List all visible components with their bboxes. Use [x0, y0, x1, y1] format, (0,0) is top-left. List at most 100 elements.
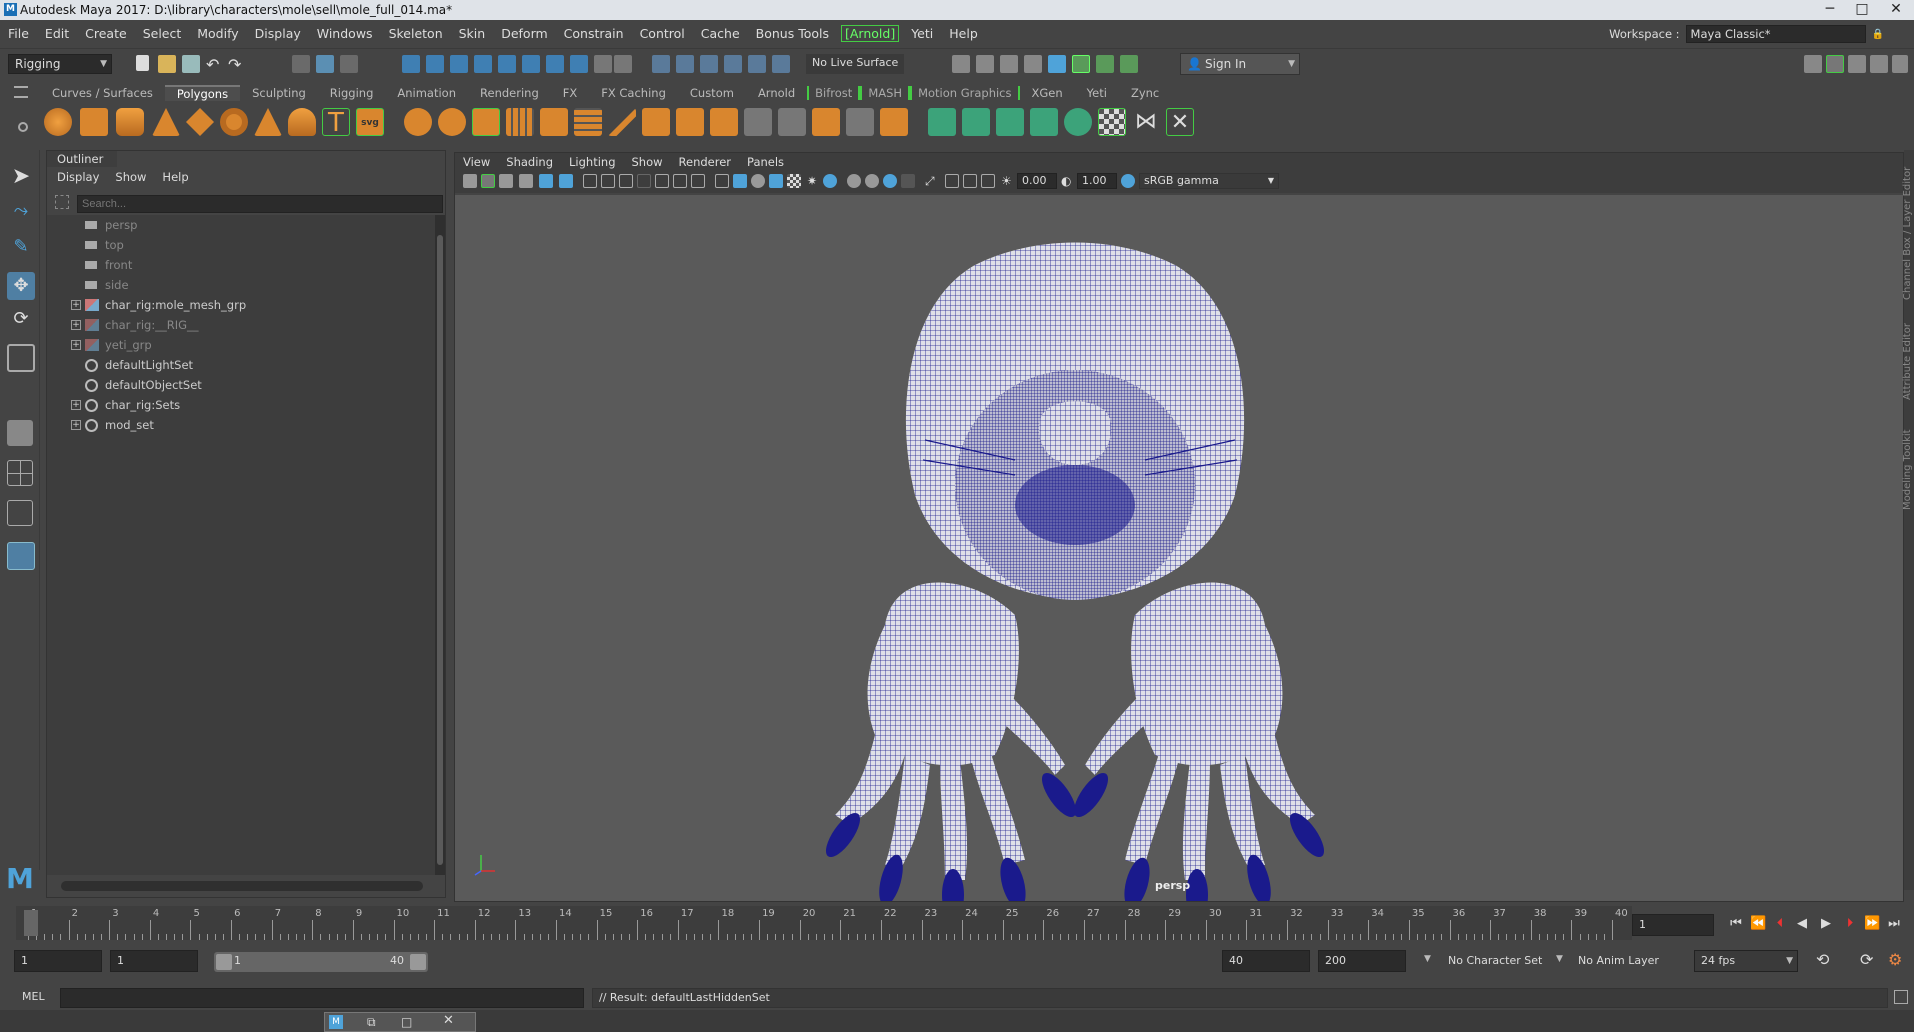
gate-mask-icon[interactable]: [637, 174, 651, 188]
snap-curve-icon[interactable]: [426, 55, 444, 73]
step-forward-frame-icon[interactable]: ⏵: [1842, 916, 1858, 932]
construction-history-icon[interactable]: [724, 55, 742, 73]
menu-file[interactable]: File: [0, 26, 37, 41]
menu-edit[interactable]: Edit: [37, 26, 77, 41]
snap-face-icon[interactable]: [570, 55, 588, 73]
hypershade-icon[interactable]: [1024, 55, 1042, 73]
grease-pencil-icon[interactable]: [559, 174, 573, 188]
lights-icon[interactable]: ✷: [805, 174, 819, 188]
menu-deform[interactable]: Deform: [493, 26, 555, 41]
camera-icon[interactable]: [772, 55, 790, 73]
side-tab-channel-box[interactable]: Channel Box / Layer Editor: [1902, 167, 1913, 300]
exposure-field[interactable]: 0.00: [1017, 173, 1057, 189]
separate-icon[interactable]: [438, 108, 466, 136]
attribute-editor-icon[interactable]: [1826, 55, 1844, 73]
workspace-dropdown[interactable]: Maya Classic*: [1685, 25, 1866, 43]
save-scene-icon[interactable]: [182, 55, 200, 73]
safe-action-icon[interactable]: [673, 174, 687, 188]
poly-torus-icon[interactable]: [220, 108, 248, 136]
poly-prism-icon[interactable]: [254, 108, 282, 136]
close-button[interactable]: ✕: [1880, 0, 1912, 20]
output-ops-icon[interactable]: [700, 55, 718, 73]
viewport-menu-shading[interactable]: Shading: [506, 155, 553, 169]
smooth-shade-icon[interactable]: [733, 174, 747, 188]
outliner-menu-show[interactable]: Show: [115, 170, 146, 184]
tab-arnold[interactable]: Arnold: [746, 86, 807, 100]
remesh-icon[interactable]: [574, 108, 602, 136]
outliner-menu-help[interactable]: Help: [162, 170, 188, 184]
wireframe-icon[interactable]: [715, 174, 729, 188]
playback-end-field[interactable]: 40: [1222, 950, 1310, 972]
rotate-tool-icon[interactable]: ⟳: [7, 308, 35, 336]
tab-xgen[interactable]: XGen: [1020, 86, 1075, 100]
persp-outliner-layout-icon[interactable]: [7, 500, 33, 526]
unfold-icon[interactable]: ⋈: [1132, 108, 1160, 136]
exposure-icon[interactable]: ☀: [1001, 174, 1015, 188]
poly-cylinder-icon[interactable]: [116, 108, 144, 136]
four-view-layout-icon[interactable]: [7, 460, 33, 486]
viewport-menu-show[interactable]: Show: [632, 155, 663, 169]
current-frame-field[interactable]: 1: [1632, 914, 1714, 936]
outliner-horizontal-scrollbar[interactable]: [61, 881, 423, 891]
checker-icon[interactable]: [1098, 108, 1126, 136]
new-scene-icon[interactable]: [136, 55, 149, 71]
scale-tool-icon[interactable]: [7, 344, 35, 372]
modeling-toolkit-icon[interactable]: [1804, 55, 1822, 73]
history-icon[interactable]: [652, 55, 670, 73]
uv-editor-icon[interactable]: [928, 108, 956, 136]
snap-live-icon[interactable]: [498, 55, 516, 73]
default-material-icon[interactable]: [751, 174, 765, 188]
range-end-handle[interactable]: [410, 954, 426, 970]
menu-bonus-tools[interactable]: Bonus Tools: [748, 26, 837, 41]
render-view-icon[interactable]: [1048, 55, 1066, 73]
tab-mash[interactable]: MASH: [860, 86, 911, 100]
multisample-aa-icon[interactable]: [883, 174, 897, 188]
fps-dropdown[interactable]: 24 fps ▼: [1694, 950, 1798, 972]
sign-in-button[interactable]: 👤 Sign In ▼: [1180, 53, 1300, 75]
expand-icon[interactable]: +: [71, 420, 81, 430]
snap-edge-icon[interactable]: [546, 55, 564, 73]
poly-type-icon[interactable]: T: [322, 108, 350, 137]
loop-icon[interactable]: ⟲: [1816, 950, 1829, 969]
screen-space-ao-icon[interactable]: [847, 174, 861, 188]
arnold-render-icon[interactable]: [1072, 55, 1090, 73]
tab-bifrost[interactable]: Bifrost: [807, 86, 861, 100]
script-language-toggle[interactable]: MEL: [22, 990, 45, 1003]
auto-key-icon[interactable]: ⟳: [1860, 950, 1873, 969]
arnold-ipr-icon[interactable]: [1096, 55, 1114, 73]
channel-box-icon[interactable]: [1870, 55, 1888, 73]
outliner-search-input[interactable]: [77, 195, 443, 213]
reduce-icon[interactable]: [540, 108, 568, 136]
color-space-dropdown[interactable]: sRGB gamma ▼: [1139, 173, 1279, 189]
poly-sphere-icon[interactable]: [44, 108, 72, 136]
tab-curves-surfaces[interactable]: Curves / Surfaces: [40, 86, 165, 100]
tab-rigging[interactable]: Rigging: [318, 86, 386, 100]
tab-rendering[interactable]: Rendering: [468, 86, 551, 100]
tab-fx-caching[interactable]: FX Caching: [589, 86, 678, 100]
merge-icon[interactable]: [880, 108, 908, 136]
current-time-indicator[interactable]: [24, 910, 38, 936]
snap-point-icon[interactable]: [450, 55, 468, 73]
minimized-window[interactable]: M ⧉ □ ✕: [324, 1012, 476, 1032]
select-object-icon[interactable]: [316, 55, 334, 73]
shelf-menu-icon[interactable]: [14, 86, 28, 98]
menu-windows[interactable]: Windows: [309, 26, 381, 41]
menu-constrain[interactable]: Constrain: [556, 26, 632, 41]
bevel-icon[interactable]: [710, 108, 738, 136]
range-start-handle[interactable]: [216, 954, 232, 970]
command-input[interactable]: [60, 988, 584, 1008]
select-tool-icon[interactable]: ➤: [7, 164, 35, 192]
cut-uv-icon[interactable]: ✕: [1166, 108, 1194, 136]
fill-hole-icon[interactable]: [846, 108, 874, 136]
restore-icon[interactable]: ⧉: [367, 1015, 376, 1030]
scrollbar-thumb[interactable]: [437, 235, 443, 865]
append-polygon-icon[interactable]: [812, 108, 840, 136]
playback-start-field[interactable]: 1: [110, 950, 198, 972]
automatic-map-icon[interactable]: [1064, 108, 1092, 136]
safe-title-icon[interactable]: [691, 174, 705, 188]
spherical-map-icon[interactable]: [1030, 108, 1058, 136]
tab-animation[interactable]: Animation: [385, 86, 468, 100]
maximize-icon[interactable]: □: [401, 1015, 412, 1029]
lock-selection-icon[interactable]: [594, 55, 612, 73]
poly-svg-icon[interactable]: svg: [356, 108, 384, 136]
